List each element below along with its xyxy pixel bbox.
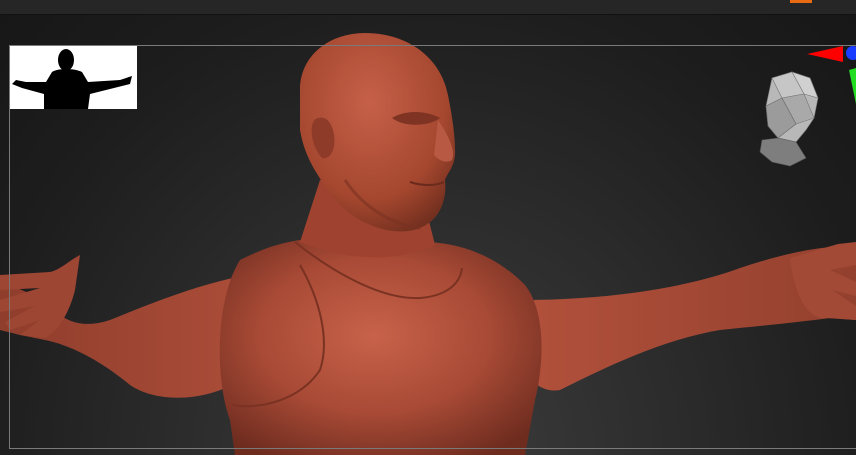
toolbar-accent-tab[interactable] (790, 0, 812, 3)
3d-viewport[interactable] (0, 15, 856, 455)
z-axis-dot (846, 46, 856, 60)
axis-gizmo[interactable] (805, 42, 856, 122)
silhouette-thumbnail[interactable] (10, 46, 137, 109)
top-toolbar (0, 0, 856, 15)
y-axis-arrow (849, 68, 856, 104)
x-axis-arrow (807, 46, 843, 62)
